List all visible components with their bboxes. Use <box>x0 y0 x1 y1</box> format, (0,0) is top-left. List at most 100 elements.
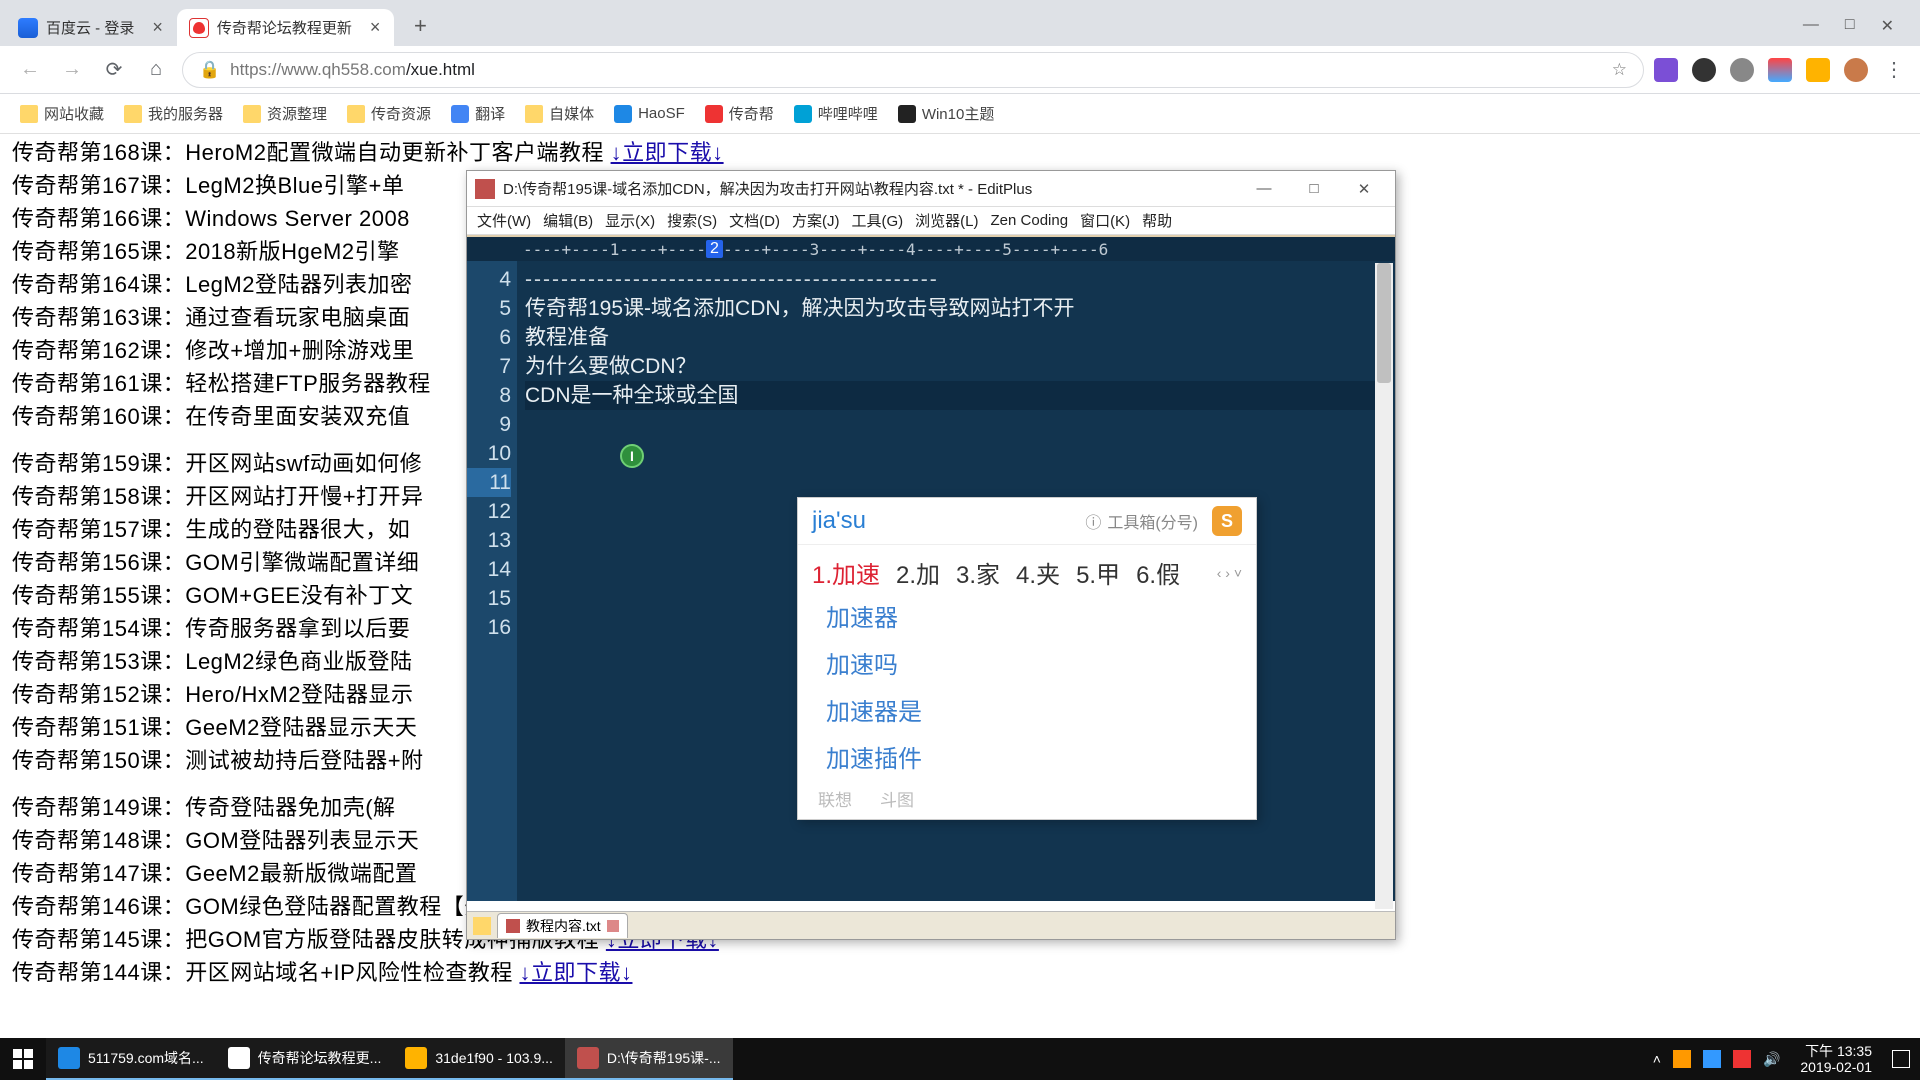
editor-close-button[interactable]: ✕ <box>1339 174 1389 204</box>
menu-icon[interactable]: ⋮ <box>1882 58 1906 82</box>
tray-up-icon[interactable]: ˄ <box>1653 1051 1661 1067</box>
ime-suggestion[interactable]: 加速插件 <box>798 733 1256 780</box>
extension-icon[interactable] <box>1692 58 1716 82</box>
menu-item[interactable]: Zen Coding <box>991 212 1069 229</box>
back-button[interactable]: ← <box>14 54 46 86</box>
menu-item[interactable]: 搜索(S) <box>667 210 717 231</box>
taskbar-app[interactable]: 511759.com域名... <box>46 1038 216 1080</box>
menu-item[interactable]: 帮助 <box>1142 210 1172 231</box>
ime-suggestion[interactable]: 加速器是 <box>798 686 1256 733</box>
forward-button[interactable]: → <box>56 54 88 86</box>
ime-candidate[interactable]: 6.假 <box>1136 555 1180 590</box>
ime-candidates: 1.加速 2.加 3.家 4.夹 5.甲 6.假 ‹ › ˅ <box>798 545 1256 592</box>
menu-item[interactable]: 工具(G) <box>851 210 903 231</box>
bookmark-item[interactable]: 网站收藏 <box>20 103 104 124</box>
volume-icon[interactable]: 🔊 <box>1763 1051 1780 1068</box>
window-close-button[interactable]: ✕ <box>1881 16 1894 36</box>
address-bar: ← → ⟳ ⌂ 🔒 https://www.qh558.com/xue.html… <box>0 46 1920 94</box>
download-link[interactable]: ↓立即下载↓ <box>611 140 724 165</box>
ime-lianxiang-button[interactable]: 联想 <box>818 786 852 811</box>
url-input[interactable]: 🔒 https://www.qh558.com/xue.html ☆ <box>182 52 1644 88</box>
editor-minimize-button[interactable]: — <box>1239 174 1289 204</box>
bookmark-item[interactable]: 我的服务器 <box>124 103 223 124</box>
bookmark-item[interactable]: 传奇资源 <box>347 103 431 124</box>
code-line[interactable]: CDN是一种全球或全国 <box>525 381 1387 410</box>
window-maximize-button[interactable]: □ <box>1845 16 1855 36</box>
ime-toolbox-button[interactable]: ⓘ 工具箱(分号) <box>1085 509 1198 533</box>
home-button[interactable]: ⌂ <box>140 54 172 86</box>
bookmark-item[interactable]: HaoSF <box>614 105 685 123</box>
lesson-text: 传奇帮第158课：开区网站打开慢+打开异 <box>12 484 424 509</box>
ime-candidate[interactable]: 4.夹 <box>1016 555 1060 590</box>
tray-icon[interactable] <box>1673 1050 1691 1068</box>
lesson-row: 传奇帮第144课：开区网站域名+IP风险性检查教程 ↓立即下载↓ <box>12 956 1920 989</box>
code-line[interactable]: 为什么要做CDN？ <box>525 352 1387 381</box>
sogou-logo-icon <box>1212 506 1242 536</box>
star-icon[interactable]: ☆ <box>1612 60 1627 80</box>
ime-input[interactable]: jia'su <box>812 507 866 535</box>
ime-suggestion[interactable]: 加速器 <box>798 592 1256 639</box>
taskbar-app[interactable]: 传奇帮论坛教程更... <box>216 1038 394 1080</box>
editor-titlebar[interactable]: D:\传奇帮195课-域名添加CDN，解决因为攻击打开网站\教程内容.txt *… <box>467 171 1395 207</box>
reload-button[interactable]: ⟳ <box>98 54 130 86</box>
modified-icon <box>607 920 619 932</box>
extension-icon[interactable] <box>1768 58 1792 82</box>
close-icon[interactable]: × <box>370 17 381 38</box>
tab-title: 百度云 - 登录 <box>46 17 134 38</box>
folder-icon[interactable] <box>473 917 491 935</box>
scrollbar-thumb[interactable] <box>1377 263 1391 383</box>
lesson-text: 传奇帮第149课：传奇登陆器免加壳(解 <box>12 795 396 820</box>
lesson-text: 传奇帮第155课：GOM+GEE没有补丁文 <box>12 583 413 608</box>
code-line[interactable]: 传奇帮195课-域名添加CDN，解决因为攻击导致网站打不开 <box>525 294 1387 323</box>
menu-item[interactable]: 窗口(K) <box>1080 210 1130 231</box>
avatar-icon[interactable] <box>1844 58 1868 82</box>
ime-candidate[interactable]: 5.甲 <box>1076 555 1120 590</box>
extension-icon[interactable] <box>1654 58 1678 82</box>
tab-qh558[interactable]: 传奇帮论坛教程更新 × <box>177 9 395 46</box>
menu-item[interactable]: 文件(W) <box>477 210 531 231</box>
code-line[interactable]: 教程准备 <box>525 323 1387 352</box>
tray-icon[interactable] <box>1733 1050 1751 1068</box>
bookmark-item[interactable]: 哔哩哔哩 <box>794 103 878 124</box>
editor-scrollbar[interactable] <box>1375 263 1393 909</box>
new-tab-button[interactable]: + <box>404 10 436 42</box>
notifications-icon[interactable] <box>1892 1050 1910 1068</box>
doc-tab[interactable]: 教程内容.txt <box>497 913 628 938</box>
ime-suggestion[interactable]: 加速吗 <box>798 639 1256 686</box>
extension-icon[interactable] <box>1806 58 1830 82</box>
editor-maximize-button[interactable]: □ <box>1289 174 1339 204</box>
window-minimize-button[interactable]: — <box>1803 16 1819 36</box>
menu-item[interactable]: 显示(X) <box>605 210 655 231</box>
tab-baidu[interactable]: 百度云 - 登录 × <box>6 9 177 46</box>
bookmark-label: 翻译 <box>475 103 505 124</box>
download-link[interactable]: ↓立即下载↓ <box>519 960 632 985</box>
bookmark-item[interactable]: 资源整理 <box>243 103 327 124</box>
editor-ruler: ----+----1----+----2----+----3----+----4… <box>467 235 1395 261</box>
ime-candidate[interactable]: 1.加速 <box>812 555 880 590</box>
taskbar-app[interactable]: 31de1f90 - 103.9... <box>393 1038 565 1080</box>
bookmark-item[interactable]: 翻译 <box>451 103 505 124</box>
taskbar-app[interactable]: D:\传奇帮195课-... <box>565 1038 733 1080</box>
folder-icon <box>20 105 38 123</box>
tray-icon[interactable] <box>1703 1050 1721 1068</box>
code-line[interactable]: ----------------------------------------… <box>525 265 1387 294</box>
menu-item[interactable]: 编辑(B) <box>543 210 593 231</box>
ime-candidate[interactable]: 2.加 <box>896 555 940 590</box>
menu-item[interactable]: 方案(J) <box>792 210 840 231</box>
bookmark-item[interactable]: Win10主题 <box>898 103 995 124</box>
menu-item[interactable]: 浏览器(L) <box>915 210 978 231</box>
ime-pager[interactable]: ‹ › ˅ <box>1217 565 1242 581</box>
close-icon[interactable]: × <box>152 17 163 38</box>
bookmark-item[interactable]: 自媒体 <box>525 103 594 124</box>
taskbar-clock[interactable]: 下午 13:35 2019-02-01 <box>1792 1043 1880 1075</box>
menu-item[interactable]: 文档(D) <box>729 210 780 231</box>
lesson-text: 传奇帮第153课：LegM2绿色商业版登陆 <box>12 649 412 674</box>
bookmarks-bar: 网站收藏我的服务器资源整理传奇资源 翻译 自媒体 HaoSF 传奇帮哔哩哔哩 Win10主… <box>0 94 1920 134</box>
cursor-marker-icon: I <box>620 444 644 468</box>
ime-candidate[interactable]: 3.家 <box>956 555 1000 590</box>
bookmark-label: 自媒体 <box>549 103 594 124</box>
extension-icon[interactable] <box>1730 58 1754 82</box>
bookmark-item[interactable]: 传奇帮 <box>705 103 774 124</box>
start-button[interactable] <box>0 1038 46 1080</box>
ime-doutu-button[interactable]: 斗图 <box>880 786 914 811</box>
